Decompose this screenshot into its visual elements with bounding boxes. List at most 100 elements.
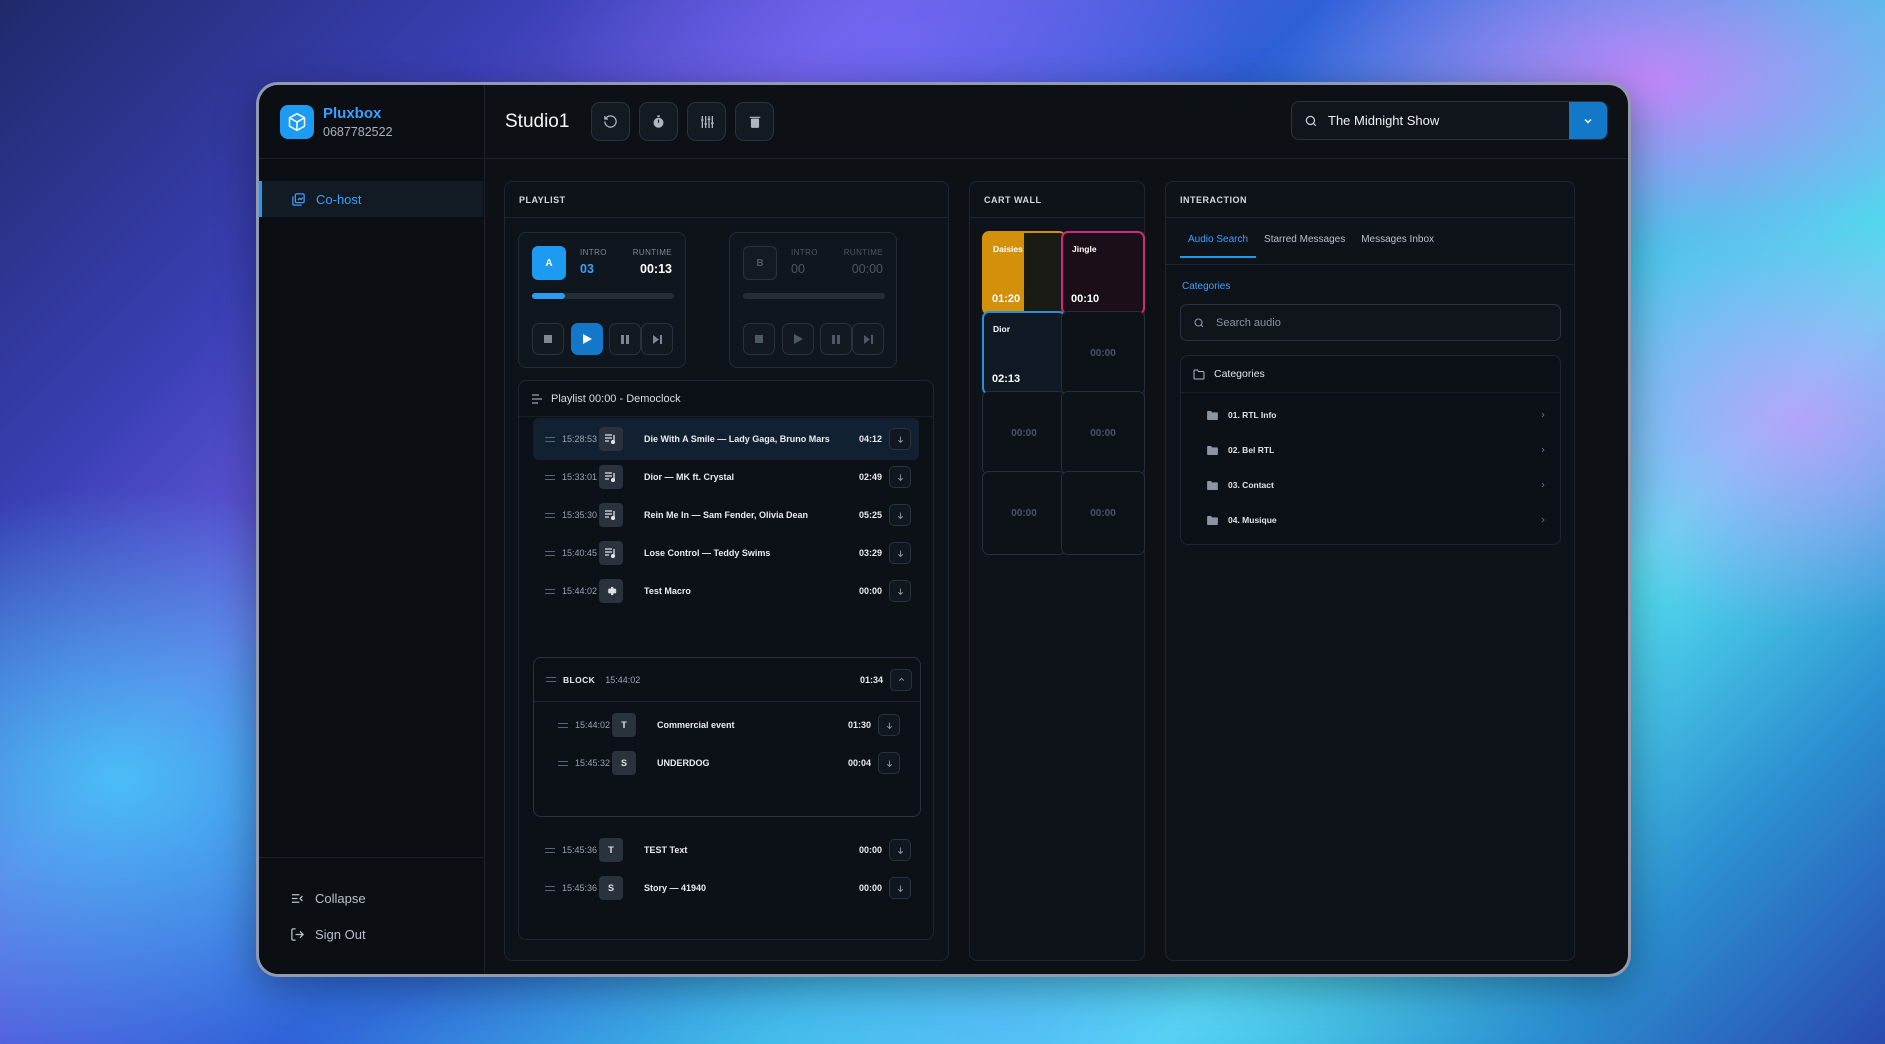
sign-out-button[interactable]: Sign Out xyxy=(259,916,483,952)
category-item[interactable]: 02. Bel RTL xyxy=(1207,438,1547,462)
collapse-block-button[interactable] xyxy=(890,668,912,691)
playlist-row[interactable]: 15:44:02 Test Macro 00:00 xyxy=(533,570,919,612)
load-to-deck-button[interactable] xyxy=(878,752,900,774)
cart-empty-slot[interactable]: 00:00 xyxy=(1061,311,1145,395)
playlist-row[interactable]: 15:33:01 Dior — MK ft. Crystal 02:49 xyxy=(533,456,919,498)
drag-handle-icon[interactable] xyxy=(545,474,555,480)
category-label: 03. Contact xyxy=(1228,480,1274,490)
search-icon xyxy=(1305,115,1317,126)
drag-handle-icon[interactable] xyxy=(558,760,568,766)
category-label: 01. RTL Info xyxy=(1228,410,1277,420)
cart-daisies[interactable]: Daisies 01:20 xyxy=(982,231,1066,315)
drag-handle-icon[interactable] xyxy=(545,512,555,518)
music-icon xyxy=(605,472,616,482)
show-dropdown-button[interactable] xyxy=(1569,102,1607,139)
category-item[interactable]: 03. Contact xyxy=(1207,473,1547,497)
sign-out-label: Sign Out xyxy=(315,926,366,942)
brand-name: Pluxbox xyxy=(323,104,382,122)
delete-button[interactable] xyxy=(735,102,775,141)
studio-title: Studio1 xyxy=(505,110,570,132)
drag-handle-icon[interactable] xyxy=(546,677,556,682)
play-button[interactable] xyxy=(782,323,814,355)
skip-button[interactable] xyxy=(852,323,884,355)
drag-handle-icon[interactable] xyxy=(558,722,568,728)
categories-link[interactable]: Categories xyxy=(1182,281,1230,292)
load-to-deck-button[interactable] xyxy=(889,542,911,564)
row-title: Rein Me In — Sam Fender, Olivia Dean xyxy=(644,510,809,520)
playlist-list: Playlist 00:00 - Democlock 15:28:53 Die W… xyxy=(518,380,934,940)
cart-dior[interactable]: Dior 02:13 xyxy=(982,311,1066,395)
load-to-deck-button[interactable] xyxy=(889,466,911,488)
row-duration: 04:12 xyxy=(858,434,882,444)
row-time: 15:45:36 xyxy=(562,845,598,855)
load-to-deck-button[interactable] xyxy=(889,877,911,899)
deck-a-progress[interactable] xyxy=(532,293,674,299)
cart-time: 00:00 xyxy=(1090,427,1116,439)
chevron-right-icon xyxy=(1541,447,1545,453)
row-time: 15:28:53 xyxy=(562,434,598,444)
audio-search-field[interactable]: Search audio xyxy=(1180,304,1561,341)
drag-handle-icon[interactable] xyxy=(545,885,555,891)
category-item[interactable]: 01. RTL Info xyxy=(1207,403,1547,427)
sidebar-item-co-host[interactable]: Co-host xyxy=(259,181,483,217)
load-to-deck-button[interactable] xyxy=(889,504,911,526)
undo-icon xyxy=(604,115,618,128)
cart-empty-slot[interactable]: 00:00 xyxy=(1061,391,1145,475)
cart-empty-slot[interactable]: 00:00 xyxy=(982,471,1066,555)
playlist-row[interactable]: 15:45:32 S UNDERDOG 00:04 xyxy=(546,742,908,784)
load-to-deck-button[interactable] xyxy=(889,839,911,861)
cart-jingle[interactable]: Jingle 00:10 xyxy=(1061,231,1145,315)
stop-icon xyxy=(755,335,763,343)
playlist-row[interactable]: 15:35:30 Rein Me In — Sam Fender, Olivia … xyxy=(533,494,919,536)
gear-icon xyxy=(607,587,617,595)
deck-a-badge[interactable]: A xyxy=(532,246,566,280)
drag-handle-icon[interactable] xyxy=(545,588,555,594)
tab-starred-messages[interactable]: Starred Messages xyxy=(1256,230,1353,258)
deck-a: A INTRO 03 RUNTIME 00:13 xyxy=(518,232,686,368)
load-to-deck-button[interactable] xyxy=(889,580,911,602)
undo-button[interactable] xyxy=(591,102,631,141)
collapse-button[interactable]: Collapse xyxy=(259,880,483,916)
intro-label: INTRO xyxy=(791,248,818,257)
category-item[interactable]: 04. Musique xyxy=(1207,508,1547,532)
row-title: Die With A Smile — Lady Gaga, Bruno Mars xyxy=(644,434,830,444)
timer-button[interactable] xyxy=(639,102,679,141)
interaction-header: INTERACTION xyxy=(1166,182,1574,218)
drag-handle-icon[interactable] xyxy=(545,847,555,853)
cart-empty-slot[interactable]: 00:00 xyxy=(982,391,1066,475)
load-to-deck-button[interactable] xyxy=(878,714,900,736)
skip-button[interactable] xyxy=(641,323,673,355)
box-logo-icon xyxy=(280,104,314,139)
pause-button[interactable] xyxy=(609,323,641,355)
play-button[interactable] xyxy=(571,323,603,355)
playlist-row[interactable]: 15:45:36 S Story — 41940 00:00 xyxy=(533,867,919,909)
playlist-row[interactable]: 15:28:53 Die With A Smile — Lady Gaga, Br… xyxy=(533,418,919,460)
deck-b-badge[interactable]: B xyxy=(743,246,777,280)
drag-handle-icon[interactable] xyxy=(545,550,555,556)
playlist-row[interactable]: 15:40:45 Lose Control — Teddy Swims 03:29 xyxy=(533,532,919,574)
tab-messages-inbox[interactable]: Messages Inbox xyxy=(1353,230,1442,258)
categories-header[interactable]: Categories xyxy=(1181,356,1560,393)
cart-time: 00:00 xyxy=(1090,347,1116,359)
load-to-deck-button[interactable] xyxy=(889,428,911,450)
mixer-button[interactable] xyxy=(687,102,727,141)
row-time: 15:44:02 xyxy=(562,586,598,596)
pause-button[interactable] xyxy=(820,323,852,355)
stop-button[interactable] xyxy=(532,323,564,355)
show-selector[interactable]: The Midnight Show xyxy=(1291,101,1608,140)
co-host-icon xyxy=(292,192,305,206)
mixer-icon xyxy=(700,115,714,128)
brand: Pluxbox 0687782522 xyxy=(259,85,484,159)
chevron-up-icon xyxy=(898,677,904,681)
folder-icon xyxy=(1207,515,1218,525)
stop-button[interactable] xyxy=(743,323,775,355)
playlist-row[interactable]: 15:45:36 T TEST Text 00:00 xyxy=(533,829,919,871)
tab-audio-search[interactable]: Audio Search xyxy=(1180,230,1257,258)
playlist-row[interactable]: 15:44:02 T Commercial event 01:30 xyxy=(546,704,908,746)
drag-handle-icon[interactable] xyxy=(545,436,555,442)
cart-empty-slot[interactable]: 00:00 xyxy=(1061,471,1145,555)
skip-forward-icon xyxy=(652,334,662,344)
playlist-title-text: Playlist 00:00 - Democlock xyxy=(551,392,681,405)
deck-b-progress[interactable] xyxy=(743,293,885,299)
block-header[interactable]: BLOCK 15:44:02 01:34 xyxy=(534,658,920,702)
